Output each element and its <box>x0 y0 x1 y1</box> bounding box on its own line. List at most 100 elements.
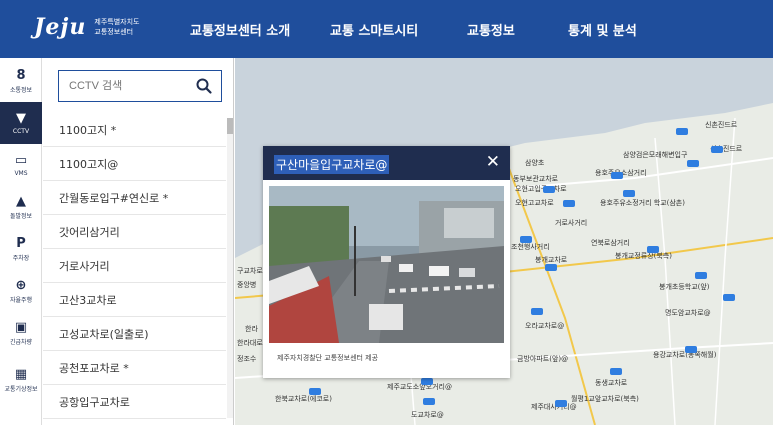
popup-caption: 제주자치경찰단 교통정보센터 제공 <box>277 354 379 362</box>
map-label: 제주대사거리@ <box>531 403 577 411</box>
map-label: 신촌진드르 <box>705 121 738 129</box>
rail-label: 주차장 <box>12 254 30 262</box>
rail-label: VMS <box>14 169 28 177</box>
category-rail: 8 소통정보 ▼ CCTV ▭ VMS ▲ 돌발정보 P 주차장 ⊕ 자율주행 … <box>0 58 42 425</box>
cctv-marker-icon[interactable] <box>611 172 623 179</box>
cctv-list: 1100고지 * 1100고지@ 간월동로입구#연신로 * 갓어리삼거리 거로사… <box>43 113 226 419</box>
cctv-marker-icon[interactable] <box>685 346 697 353</box>
list-item[interactable]: 갓어리삼거리 <box>43 215 226 249</box>
rail-item-parking[interactable]: P 주차장 <box>0 228 42 270</box>
list-scrollbar[interactable] <box>227 118 233 418</box>
map-label: 도교차로@ <box>411 411 444 419</box>
rail-item-weather[interactable]: ▦ 교통기상정보 <box>0 354 42 406</box>
rail-label: 교통기상정보 <box>4 385 38 393</box>
cctv-marker-icon[interactable] <box>421 378 433 385</box>
steering-wheel-icon: ⊕ <box>15 277 27 293</box>
rail-item-traffic[interactable]: 8 소통정보 <box>0 60 42 102</box>
map-label: 월평1교앞교차로(북측) <box>571 395 639 403</box>
cctv-marker-icon[interactable] <box>309 388 321 395</box>
cctv-marker-icon[interactable] <box>723 294 735 301</box>
nav-statistics[interactable]: 통계 및 분석 <box>568 20 637 39</box>
list-item[interactable]: 고산3교차로 <box>43 283 226 317</box>
list-item[interactable]: 1100고지 * <box>43 113 226 147</box>
cctv-snapshot <box>269 186 504 343</box>
rail-item-vms[interactable]: ▭ VMS <box>0 144 42 186</box>
logo-subtitle: 제주특별자치도 교통정보센터 <box>94 17 139 37</box>
popup-header: 구산마을입구교차로@ ✕ <box>263 146 510 180</box>
cctv-marker-icon[interactable] <box>695 272 707 279</box>
rail-label: 돌발정보 <box>9 212 33 220</box>
nav-about[interactable]: 교통정보센터 소개 <box>190 20 290 39</box>
map-label: 연북로삼거리 <box>591 239 630 247</box>
nav-traffic-info[interactable]: 교통정보 <box>467 20 515 39</box>
cctv-marker-icon[interactable] <box>555 400 567 407</box>
rail-label: 소통정보 <box>9 86 33 94</box>
map-label: 오현고입구교차로 <box>515 185 567 193</box>
map-label: 거로사거리 <box>555 219 588 227</box>
map-label: 오현고교차로 <box>515 199 554 207</box>
search-input[interactable] <box>69 80 199 92</box>
map-label: 동부보관교차로 <box>513 175 559 183</box>
cctv-marker-icon[interactable] <box>676 128 688 135</box>
traffic-light-icon: 8 <box>16 67 26 83</box>
cctv-search-box <box>58 70 222 102</box>
search-icon[interactable] <box>195 77 213 95</box>
map-label: 금방아파트(앞)@ <box>517 355 569 363</box>
logo-subtitle-line1: 제주특별자치도 <box>94 18 140 26</box>
map-label: 봉개교정류장(북측) <box>615 252 672 260</box>
cctv-marker-icon[interactable] <box>531 308 543 315</box>
map-label: 정조수 <box>237 355 257 363</box>
map-label: 중앙병 <box>237 281 257 289</box>
list-item[interactable]: 거로사거리 <box>43 249 226 283</box>
cctv-marker-icon[interactable] <box>520 236 532 243</box>
list-item[interactable]: 공천포교차로 * <box>43 351 226 385</box>
cctv-marker-icon[interactable] <box>423 398 435 405</box>
list-item[interactable]: 공항입구교차로 <box>43 385 226 419</box>
weather-car-icon: ▦ <box>14 366 28 382</box>
cctv-marker-icon[interactable] <box>711 146 723 153</box>
cctv-list-panel: 1100고지 * 1100고지@ 간월동로입구#연신로 * 갓어리삼거리 거로사… <box>43 58 234 425</box>
map-label: 명도암교차로@ <box>665 309 711 317</box>
cctv-marker-icon[interactable] <box>687 160 699 167</box>
map-label: 봉개초등학교(앞) <box>659 283 710 291</box>
nav-smart-city[interactable]: 교통 스마트시티 <box>330 20 418 39</box>
top-header: Jeju 제주특별자치도 교통정보센터 교통정보센터 소개 교통 스마트시티 교… <box>0 0 773 58</box>
cctv-marker-icon[interactable] <box>610 368 622 375</box>
map-label: 오라교차로@ <box>525 322 565 330</box>
close-icon[interactable]: ✕ <box>486 152 500 172</box>
rail-item-emergency[interactable]: ▣ 긴급차량 <box>0 312 42 354</box>
list-item[interactable]: 고성교차로(일출로) <box>43 317 226 351</box>
rail-label: 자율주행 <box>9 296 33 304</box>
map-label: 삼양검은모래해변입구 <box>623 151 688 159</box>
jeju-logo[interactable]: Jeju 제주특별자치도 교통정보센터 <box>34 14 139 40</box>
emergency-vehicle-icon: ▣ <box>14 319 28 335</box>
logo-wordmark: Jeju <box>34 14 87 40</box>
warning-triangle-icon: ▲ <box>16 193 26 209</box>
cctv-camera-icon: ▼ <box>16 110 26 126</box>
list-item[interactable]: 간월동로입구#연신로 * <box>43 181 226 215</box>
cctv-marker-icon[interactable] <box>543 186 555 193</box>
cctv-marker-icon[interactable] <box>545 264 557 271</box>
map-label: 제주교도소앞오거리@ <box>387 383 452 391</box>
map-label: 한라대로 <box>237 339 263 347</box>
logo-subtitle-line2: 교통정보센터 <box>94 28 134 36</box>
parking-icon: P <box>16 235 26 251</box>
rail-label: 긴급차량 <box>9 338 33 346</box>
cctv-marker-icon[interactable] <box>563 200 575 207</box>
cctv-snapshot-graphic <box>269 186 504 343</box>
vms-sign-icon: ▭ <box>14 152 28 168</box>
map-label: 조천행사거리 <box>511 243 550 251</box>
cctv-marker-icon[interactable] <box>647 246 659 253</box>
rail-item-incident[interactable]: ▲ 돌발정보 <box>0 186 42 228</box>
rail-label: CCTV <box>12 127 30 135</box>
rail-item-autonomous[interactable]: ⊕ 자율주행 <box>0 270 42 312</box>
map-label: 한라 <box>245 325 258 333</box>
cctv-marker-icon[interactable] <box>623 190 635 197</box>
map-label: 삼양초 <box>525 159 545 167</box>
cctv-popup: 구산마을입구교차로@ ✕ 제주자치경찰단 교통정보센터 제공 <box>263 146 510 378</box>
rail-item-cctv[interactable]: ▼ CCTV <box>0 102 42 144</box>
map-label: 한북교차로(에코로) <box>275 395 332 403</box>
map-label: 구교차로 <box>237 267 263 275</box>
scrollbar-thumb[interactable] <box>227 118 233 134</box>
list-item[interactable]: 1100고지@ <box>43 147 226 181</box>
